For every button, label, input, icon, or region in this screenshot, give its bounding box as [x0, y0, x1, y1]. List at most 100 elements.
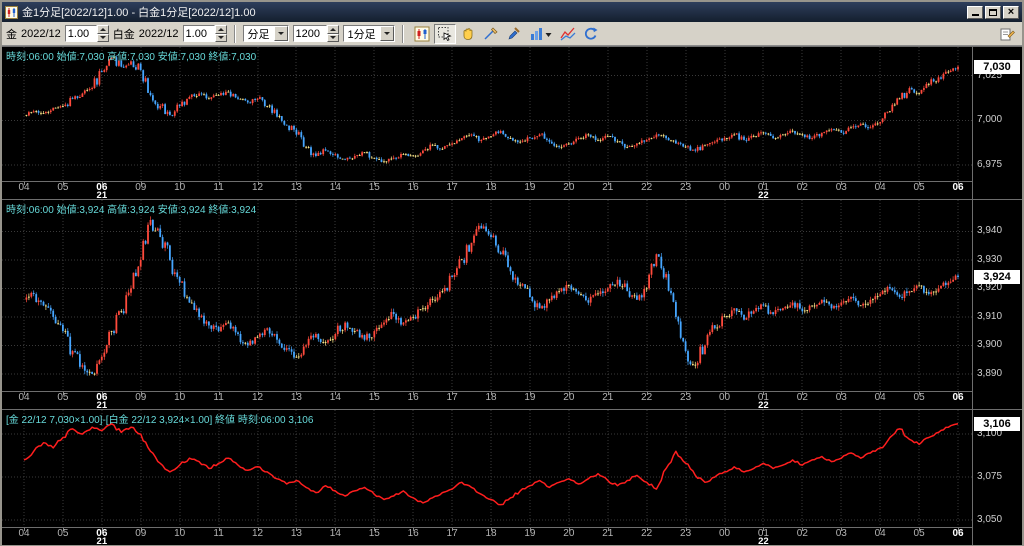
period-type-dropdown-icon [273, 26, 288, 41]
restore-button[interactable] [985, 5, 1001, 19]
time-label: 03 [835, 392, 847, 403]
draw-tool-icon[interactable] [503, 24, 525, 44]
time-label: 10 [174, 182, 186, 193]
bar-count-input[interactable] [292, 25, 327, 42]
gold-chart-svg [2, 47, 972, 181]
time-label: 16 [407, 392, 419, 403]
date-label: 21 [96, 536, 108, 545]
gold-price-axis: 7,030 7,025 7,000 6,975 [972, 47, 1022, 199]
time-label: 09 [135, 392, 147, 403]
time-label: 04 [874, 392, 886, 403]
bar-count-stepper [292, 25, 339, 42]
platinum-price-axis: 3,924 3,940 3,930 3,920 3,910 3,900 3,890 [972, 200, 1022, 409]
titlebar: 金1分足[2022/12]1.00 - 白金1分足[2022/12]1.00 × [2, 2, 1022, 22]
platinum-multiplier-stepper [182, 25, 227, 42]
up-arrow-icon [99, 27, 106, 31]
time-label: 22 [641, 528, 653, 539]
interval-dropdown-icon [379, 26, 394, 41]
close-button[interactable]: × [1003, 5, 1019, 19]
gold-multiplier-down-button[interactable] [96, 33, 109, 42]
time-label: 03 [835, 182, 847, 193]
time-label: 11 [213, 528, 224, 539]
price-tick-label: 3,910 [977, 310, 1003, 322]
time-label: 09 [135, 528, 147, 539]
time-label: 13 [290, 182, 302, 193]
time-label: 22 [641, 392, 653, 403]
select-mode-icon[interactable] [433, 23, 456, 44]
spread-plot-area[interactable]: [金 22/12 7,030×1.00]-[白金 22/12 3,924×1.0… [2, 410, 972, 527]
gold-multiplier-stepper [64, 25, 109, 42]
gold-plot-area[interactable]: 時刻:06:00 始値:7,030 高値:7,030 安値:7,030 終値:7… [2, 47, 972, 181]
time-label: 17 [446, 392, 458, 403]
minimize-button[interactable] [967, 5, 983, 19]
time-label: 21 [602, 528, 614, 539]
gold-label: 金 [6, 28, 17, 41]
time-label: 17 [446, 528, 458, 539]
platinum-multiplier-input[interactable] [182, 25, 215, 42]
gold-multiplier-input[interactable] [64, 25, 97, 42]
time-label: 12 [251, 182, 264, 193]
time-label: 23 [680, 182, 692, 193]
time-label: 16 [407, 528, 419, 539]
time-label: 23 [680, 392, 692, 403]
platinum-info-label: 時刻:06:00 始値:3,924 高値:3,924 安値:3,924 終値:3… [6, 205, 257, 216]
restore-icon [989, 8, 997, 16]
bar-count-down-button[interactable] [326, 33, 339, 42]
time-label: 06 [952, 528, 964, 539]
price-tick-label: 3,890 [977, 367, 1003, 379]
spread-last-price-badge: 3,106 [974, 416, 1020, 431]
platinum-chart-svg [2, 200, 972, 391]
time-label: 04 [18, 182, 30, 193]
time-label: 06 [952, 182, 964, 193]
time-label: 05 [57, 182, 69, 193]
time-label: 23 [680, 528, 692, 539]
time-label: 14 [329, 392, 341, 403]
price-tick-label: 3,075 [977, 471, 1003, 483]
price-tick-label: 3,900 [977, 339, 1003, 351]
time-label: 13 [290, 528, 302, 539]
down-arrow-icon [329, 36, 336, 40]
indicator-menu-icon[interactable] [526, 24, 556, 44]
time-label: 05 [913, 528, 925, 539]
spread-chart-svg [2, 410, 972, 527]
time-label: 10 [174, 528, 186, 539]
minimize-icon [971, 14, 979, 16]
trendline-icon[interactable] [480, 24, 502, 44]
time-label: 09 [135, 182, 147, 193]
price-tick-label: 6,975 [977, 158, 1003, 170]
price-tick-label: 3,940 [977, 225, 1003, 237]
platinum-multiplier-up-button[interactable] [214, 25, 227, 34]
time-label: 21 [602, 182, 614, 193]
time-label: 17 [446, 182, 458, 193]
date-label: 22 [758, 400, 769, 409]
refresh-icon[interactable] [580, 24, 602, 44]
down-arrow-icon [217, 36, 224, 40]
date-label: 21 [96, 400, 108, 409]
platinum-time-axis: 04 05 06 09 10 11 12 13 14 15 16 17 18 19 20 21 22 23 00 01… [2, 391, 972, 409]
spread-price-axis: 3,106 3,100 3,075 3,050 [972, 410, 1022, 545]
time-label: 12 [251, 528, 264, 539]
platinum-plot-area[interactable]: 時刻:06:00 始値:3,924 高値:3,924 安値:3,924 終値:3… [2, 200, 972, 391]
close-icon: × [1007, 6, 1015, 18]
toolbar-separator [233, 24, 236, 43]
price-tick-label: 7,000 [977, 114, 1003, 126]
candlestick-chart-icon[interactable] [411, 24, 433, 44]
chart-style-icon[interactable] [557, 24, 579, 44]
spread-info-label: [金 22/12 7,030×1.00]-[白金 22/12 3,924×1.0… [6, 415, 314, 426]
time-label: 04 [874, 182, 886, 193]
interval-select[interactable]: 1分足 [342, 25, 395, 42]
time-label: 18 [485, 528, 497, 539]
pan-hand-icon[interactable] [457, 24, 479, 44]
time-label: 18 [485, 392, 497, 403]
period-type-select[interactable]: 分足 [242, 25, 289, 42]
chart-settings-icon[interactable] [996, 24, 1018, 44]
price-tick-label: 3,920 [977, 282, 1003, 294]
bar-count-up-button[interactable] [326, 25, 339, 34]
chart-area: 時刻:06:00 始値:7,030 高値:7,030 安値:7,030 終値:7… [2, 46, 1022, 545]
time-label: 04 [18, 392, 30, 403]
time-label: 00 [718, 528, 731, 539]
gold-contract-value: 2022/12 [21, 27, 61, 40]
time-label: 18 [485, 182, 497, 193]
gold-multiplier-up-button[interactable] [96, 25, 109, 34]
platinum-multiplier-down-button[interactable] [214, 33, 227, 42]
